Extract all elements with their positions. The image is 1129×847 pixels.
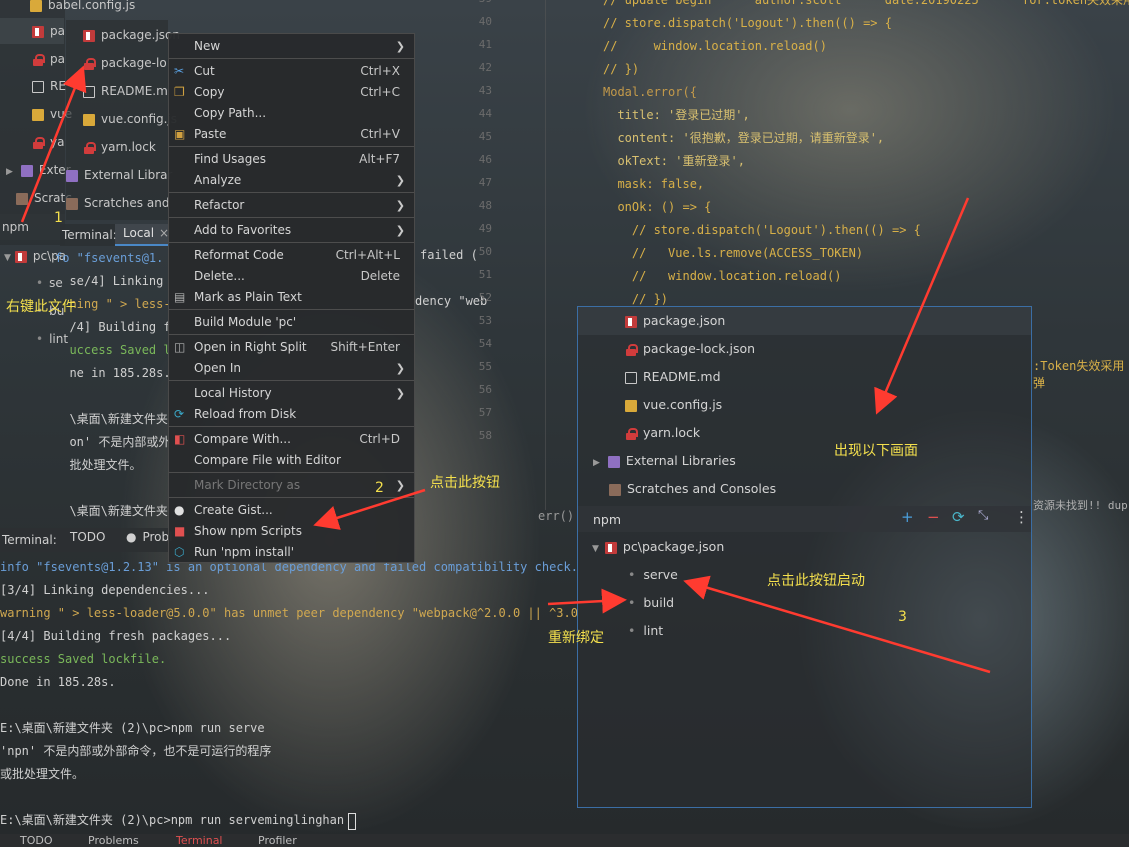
npm-panel-file-label: External Libraries: [625, 453, 736, 468]
bottom-profiler[interactable]: Profiler: [258, 834, 297, 847]
line-number: 55: [478, 360, 492, 373]
npm-panel-file-readme-md[interactable]: README.md: [625, 363, 721, 391]
arrow-to-serve: [683, 575, 991, 674]
bottom-terminal[interactable]: Terminal: [176, 834, 223, 847]
npm-panel-file-external-libraries[interactable]: ▶ External Libraries: [593, 447, 736, 475]
arrow-to-build: [547, 588, 627, 614]
code-line: // window.location.reload(): [603, 269, 842, 283]
npm-panel-file-label: README.md: [643, 369, 721, 384]
line-number: 53: [478, 314, 492, 327]
code-line: mask: false,: [603, 177, 705, 191]
code-line: // update begin author:scott date:201902…: [603, 0, 1129, 7]
annotation-number-1: 1: [54, 210, 63, 226]
code-line: content: '很抱歉，登录已过期，请重新登录',: [603, 131, 885, 145]
annotation-rebind: 重新绑定: [548, 630, 604, 646]
line-number: 44: [478, 107, 492, 120]
code-line: // Vue.ls.remove(ACCESS_TOKEN): [603, 246, 864, 260]
code-line: // }): [603, 62, 640, 76]
line-number: 58: [478, 429, 492, 442]
line-number: 56: [478, 383, 492, 396]
line-number: 43: [478, 84, 492, 97]
line-number: 52: [478, 291, 492, 304]
annotation-right-click: 右键此文件: [6, 299, 76, 315]
line-number: 46: [478, 153, 492, 166]
line-number: 49: [478, 222, 492, 235]
line-number: 41: [478, 38, 492, 51]
code-line: // store.dispatch('Logout').then(() => {: [603, 223, 921, 237]
bottom-todo[interactable]: TODO: [20, 834, 53, 847]
annotation-click-start: 点击此按钮启动: [767, 573, 865, 589]
annotation-number-2: 2: [375, 480, 384, 496]
npm-panel-file-package-lock-json[interactable]: package-lock.json: [625, 335, 755, 363]
bottom-toolbar: TODO Problems Terminal Profiler: [0, 834, 1129, 847]
line-number: 57: [478, 406, 492, 419]
annotation-click-button: 点击此按钮: [430, 475, 500, 491]
annotation-appear: 出现以下画面: [834, 443, 918, 459]
scratches-icon: [609, 483, 621, 496]
annotation-number-3: 3: [898, 609, 907, 625]
npm-panel-file-label: vue.config.js: [643, 397, 723, 412]
annotation-arrows: [20, 65, 991, 674]
npm-panel-file-yarn-lock[interactable]: yarn.lock: [625, 419, 700, 447]
line-number: 51: [478, 268, 492, 281]
js-file-icon: [625, 399, 637, 412]
npm-panel-file-label: package-lock.json: [643, 341, 756, 356]
line-number: 39: [470, 0, 492, 5]
lock-file-icon: [625, 343, 638, 356]
line-number: 42: [478, 61, 492, 74]
line-number: 48: [478, 199, 492, 212]
chevron-right-icon: ▶: [593, 458, 600, 468]
npm-panel-file-label: yarn.lock: [643, 425, 701, 440]
line-number: 47: [478, 176, 492, 189]
arrow-to-package-json: [20, 65, 87, 223]
library-icon: [607, 455, 620, 468]
line-number: 50: [478, 245, 492, 258]
npm-panel-file-label: Scratches and Consoles: [627, 481, 777, 496]
line-number: 54: [478, 337, 492, 350]
code-line: okText: '重新登录',: [603, 154, 745, 168]
code-line: // window.location.reload(): [603, 39, 827, 53]
markdown-file-icon: [625, 371, 637, 384]
arrow-to-show-npm-scripts: [313, 488, 426, 530]
code-line: Modal.error({: [603, 85, 697, 99]
line-number: 40: [478, 15, 492, 28]
npm-panel-file-vue-config-js[interactable]: vue.config.js: [625, 391, 722, 419]
lock-file-icon: [625, 427, 638, 440]
npm-panel-file-scratches-and-consoles[interactable]: Scratches and Consoles: [593, 475, 776, 503]
code-line: // store.dispatch('Logout').then(() => {: [603, 16, 892, 30]
code-line: onOk: () => {: [603, 200, 712, 214]
line-number: 45: [478, 130, 492, 143]
bottom-problems[interactable]: Problems: [88, 834, 139, 847]
code-line: title: '登录已过期',: [603, 108, 750, 122]
npm-panel-file-label: package.json: [643, 313, 726, 328]
npm-file-icon: [625, 315, 637, 328]
npm-panel-file-package-json[interactable]: package.json: [625, 307, 725, 335]
